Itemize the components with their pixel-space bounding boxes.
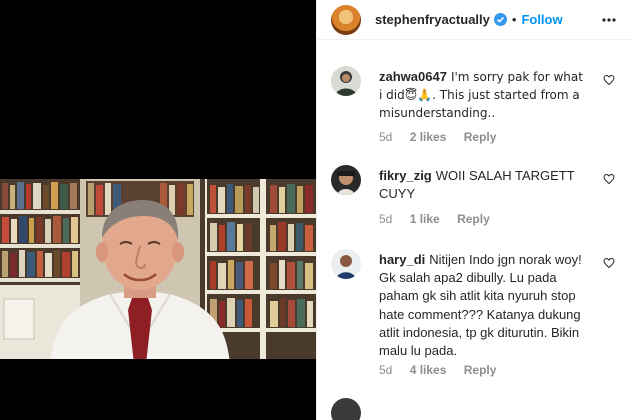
author-avatar[interactable] — [331, 4, 361, 35]
author-username[interactable]: stephenfryactually — [375, 12, 490, 27]
reply-button[interactable]: Reply — [457, 212, 490, 226]
commenter-avatar[interactable] — [331, 249, 361, 279]
comment-likes[interactable]: 1 like — [410, 212, 440, 226]
speaker-figure — [50, 200, 230, 359]
commenter-avatar[interactable] — [331, 165, 361, 195]
heart-icon[interactable] — [603, 257, 615, 269]
comments-panel: stephenfryactually • Follow zahwa0647 I'm… — [316, 0, 630, 420]
heart-icon[interactable] — [603, 173, 615, 185]
comment-body: fikry_zig WOII SALAH TARGETT CUYY — [379, 167, 584, 203]
comment-body: hary_di Nitijen Indo jgn norak woy! Gk sa… — [379, 251, 584, 360]
commenter-avatar[interactable] — [331, 66, 361, 96]
post-header: stephenfryactually • Follow — [317, 0, 630, 40]
header-separator: • — [511, 12, 517, 27]
comment-username[interactable]: zahwa0647 — [379, 69, 447, 84]
reply-button[interactable]: Reply — [464, 363, 497, 377]
comment-time[interactable]: 5d — [379, 130, 392, 144]
comment-likes[interactable]: 2 likes — [410, 130, 447, 144]
comment-text: Nitijen Indo jgn norak woy! Gk salah apa… — [379, 252, 582, 359]
comment-meta: 5d 1 like Reply — [379, 212, 504, 226]
video-frame[interactable] — [0, 179, 316, 359]
comment-time[interactable]: 5d — [379, 363, 392, 377]
comment-meta: 5d 4 likes Reply — [379, 363, 510, 377]
reply-button[interactable]: Reply — [464, 130, 497, 144]
heart-icon[interactable] — [603, 74, 615, 86]
comment-time[interactable]: 5d — [379, 212, 392, 226]
more-options-icon[interactable] — [601, 12, 617, 28]
comment-likes[interactable]: 4 likes — [410, 363, 447, 377]
comment-body: zahwa0647 I'm sorry pak for what i did😇🙏.… — [379, 68, 584, 123]
follow-button[interactable]: Follow — [521, 12, 562, 27]
commenter-avatar[interactable] — [331, 398, 361, 420]
verified-badge-icon — [493, 13, 507, 26]
comment-username[interactable]: hary_di — [379, 252, 425, 267]
comment-username[interactable]: fikry_zig — [379, 168, 432, 183]
post-media[interactable] — [0, 0, 316, 420]
comment-meta: 5d 2 likes Reply — [379, 130, 510, 144]
